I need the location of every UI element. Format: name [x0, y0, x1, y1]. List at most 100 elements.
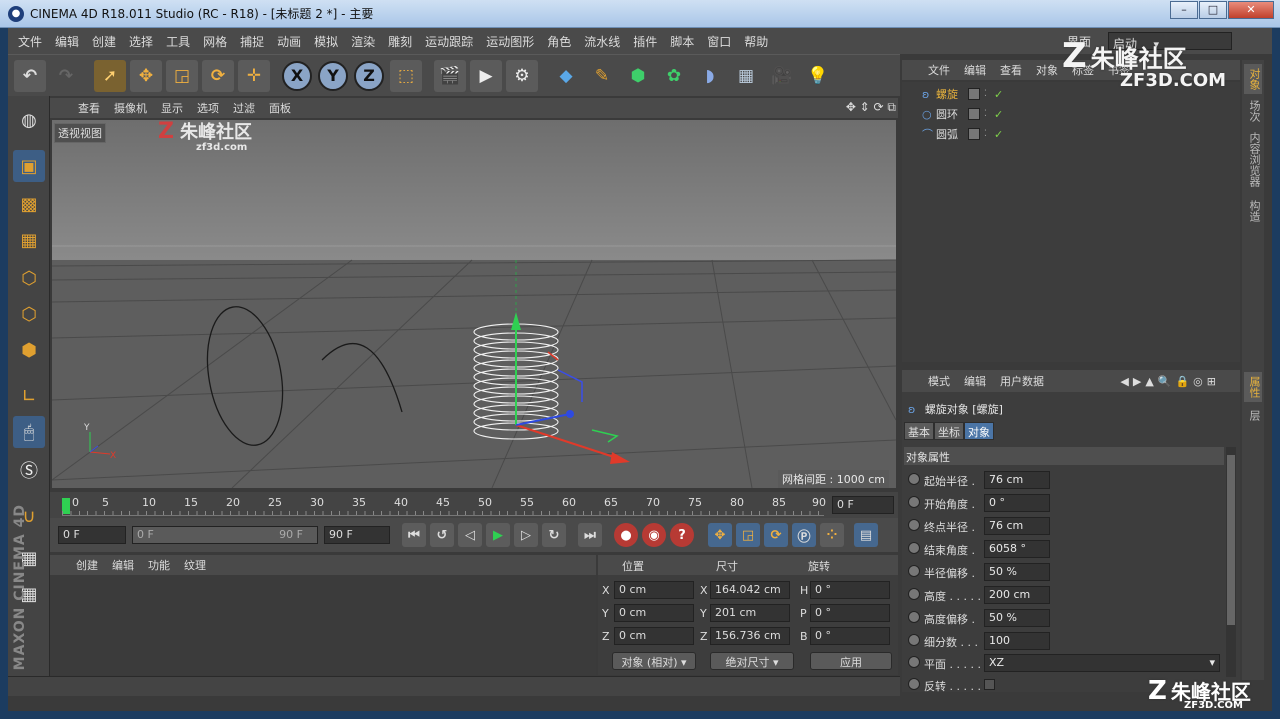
make-editable-icon[interactable]: ◍ — [13, 104, 45, 136]
frame-range-slider[interactable]: 0 F 90 F — [132, 526, 318, 544]
object-list[interactable]: ʚ 螺旋 ⁚ ✓ ○ 圆环 ⁚ ✓ ⌒ 圆弧 ⁚ ✓ — [902, 82, 1240, 362]
attribute-nav-icons[interactable]: ◀▶▲🔍🔒◎⊞ — [1120, 375, 1220, 388]
animate-toggle[interactable] — [908, 656, 920, 668]
animate-toggle[interactable] — [908, 565, 920, 577]
render-settings-icon[interactable]: ⚙ — [506, 59, 538, 92]
obj-menu-objects[interactable]: 对象 — [1036, 62, 1058, 78]
z-axis-lock-icon[interactable]: Z — [354, 60, 384, 91]
animate-toggle[interactable] — [908, 519, 920, 531]
move-tool-icon[interactable]: ✥ — [130, 59, 162, 92]
viewport-nav-icons[interactable]: ✥ ⇕ ⟳ ⧉ — [846, 100, 896, 115]
deformer-icon[interactable]: ◗ — [694, 60, 726, 92]
start-angle-field[interactable]: 0 ° — [984, 494, 1050, 512]
vp-menu-panel[interactable]: 面板 — [269, 100, 291, 116]
minimize-button[interactable]: – — [1170, 1, 1198, 19]
mograph-cloner-icon[interactable]: ✿ — [658, 60, 690, 92]
material-area[interactable] — [50, 575, 596, 675]
menu-pipeline[interactable]: 流水线 — [584, 33, 620, 50]
animate-toggle[interactable] — [908, 611, 920, 623]
start-frame-field[interactable]: 0 F — [58, 526, 126, 544]
animate-toggle[interactable] — [908, 542, 920, 554]
menu-window[interactable]: 窗口 — [707, 33, 731, 50]
animate-toggle[interactable] — [908, 496, 920, 508]
play-icon[interactable]: ▶ — [486, 523, 510, 547]
tab-objects[interactable]: 对象 — [1244, 64, 1262, 94]
reverse-checkbox[interactable] — [984, 679, 995, 690]
redo-icon[interactable]: ↷ — [50, 60, 82, 92]
tab-takes[interactable]: 场次 — [1244, 96, 1262, 126]
menu-select[interactable]: 选择 — [129, 33, 153, 50]
height-bias-field[interactable]: 50 % — [984, 609, 1050, 627]
att-menu-userdata[interactable]: 用户数据 — [1000, 373, 1044, 389]
timeline-window-icon[interactable]: ▤ — [854, 523, 878, 547]
animate-toggle[interactable] — [908, 634, 920, 646]
record-rotation-icon[interactable]: ⟳ — [764, 523, 788, 547]
snap-icon[interactable]: Ⓢ — [13, 454, 45, 486]
height-field[interactable]: 200 cm — [984, 586, 1050, 604]
tab-basic[interactable]: 基本 — [904, 422, 934, 440]
scale-tool-icon[interactable]: ◲ — [166, 59, 198, 92]
coordinate-system-icon[interactable]: ⬚ — [390, 59, 422, 92]
apply-button[interactable]: 应用 — [810, 652, 892, 670]
select-tool-icon[interactable]: ➚ — [94, 59, 126, 92]
tab-object[interactable]: 对象 — [964, 422, 994, 440]
current-frame-field[interactable]: 0 F — [832, 496, 894, 514]
keyframe-selection-icon[interactable]: ? — [670, 523, 694, 547]
polygons-mode-icon[interactable]: ⬢ — [13, 334, 45, 366]
rot-p-field[interactable]: 0 ° — [810, 604, 890, 622]
mat-menu-edit[interactable]: 编辑 — [112, 557, 134, 573]
tab-coord[interactable]: 坐标 — [934, 422, 964, 440]
size-y-field[interactable]: 201 cm — [710, 604, 790, 622]
end-radius-field[interactable]: 76 cm — [984, 517, 1050, 535]
pos-z-field[interactable]: 0 cm — [614, 627, 694, 645]
timeline-ruler[interactable]: 0 5 10 15 20 25 30 35 40 45 50 55 60 65 … — [50, 492, 898, 518]
perspective-viewport[interactable]: Y X — [52, 120, 896, 488]
cube-icon[interactable]: ◆ — [550, 60, 582, 92]
obj-menu-file[interactable]: 文件 — [928, 62, 950, 78]
workplane-icon[interactable]: ▦ — [13, 224, 45, 256]
pen-spline-icon[interactable]: ✎ — [586, 60, 618, 92]
record-position-icon[interactable]: ✥ — [708, 523, 732, 547]
pos-x-field[interactable]: 0 cm — [614, 581, 694, 599]
layer-swatch[interactable] — [968, 128, 980, 140]
maximize-button[interactable]: □ — [1199, 1, 1227, 19]
end-angle-field[interactable]: 6058 ° — [984, 540, 1050, 558]
rot-h-field[interactable]: 0 ° — [810, 581, 890, 599]
menu-create[interactable]: 创建 — [92, 33, 116, 50]
menu-file[interactable]: 文件 — [18, 33, 42, 50]
vp-menu-cameras[interactable]: 摄像机 — [114, 100, 147, 116]
tab-attributes[interactable]: 属性 — [1244, 372, 1262, 402]
menu-motion-tracker[interactable]: 运动跟踪 — [425, 33, 473, 50]
menu-render[interactable]: 渲染 — [351, 33, 375, 50]
go-to-start-icon[interactable]: ⏮ — [402, 523, 426, 547]
animate-toggle[interactable] — [908, 588, 920, 600]
recent-tool-icon[interactable]: ✛ — [238, 59, 270, 92]
vp-menu-filter[interactable]: 过滤 — [233, 100, 255, 116]
coord-mode-dropdown[interactable]: 对象 (相对) ▾ — [612, 652, 696, 670]
model-mode-icon[interactable]: ▣ — [13, 150, 45, 182]
menu-tools[interactable]: 工具 — [166, 33, 190, 50]
mat-menu-create[interactable]: 创建 — [76, 557, 98, 573]
previous-key-icon[interactable]: ↺ — [430, 523, 454, 547]
previous-frame-icon[interactable]: ◁ — [458, 523, 482, 547]
att-menu-mode[interactable]: 模式 — [928, 373, 950, 389]
y-axis-lock-icon[interactable]: Y — [318, 60, 348, 91]
animate-toggle[interactable] — [908, 473, 920, 485]
pos-y-field[interactable]: 0 cm — [614, 604, 694, 622]
layer-swatch[interactable] — [968, 108, 980, 120]
layer-swatch[interactable] — [968, 88, 980, 100]
points-mode-icon[interactable]: ⬡ — [13, 262, 45, 294]
mat-menu-function[interactable]: 功能 — [148, 557, 170, 573]
vp-menu-options[interactable]: 选项 — [197, 100, 219, 116]
menu-animate[interactable]: 动画 — [277, 33, 301, 50]
close-button[interactable]: ✕ — [1228, 1, 1274, 19]
radial-bias-field[interactable]: 50 % — [984, 563, 1050, 581]
visibility-dots[interactable]: ⁚ — [984, 109, 987, 119]
size-x-field[interactable]: 164.042 cm — [710, 581, 790, 599]
rotate-tool-icon[interactable]: ⟳ — [202, 59, 234, 92]
object-row-arc[interactable]: ⌒ 圆弧 ⁚ ✓ — [902, 124, 1240, 144]
record-scale-icon[interactable]: ◲ — [736, 523, 760, 547]
render-picture-viewer-icon[interactable]: ▶ — [470, 59, 502, 92]
size-mode-dropdown[interactable]: 绝对尺寸 ▾ — [710, 652, 794, 670]
menu-snap[interactable]: 捕捉 — [240, 33, 264, 50]
